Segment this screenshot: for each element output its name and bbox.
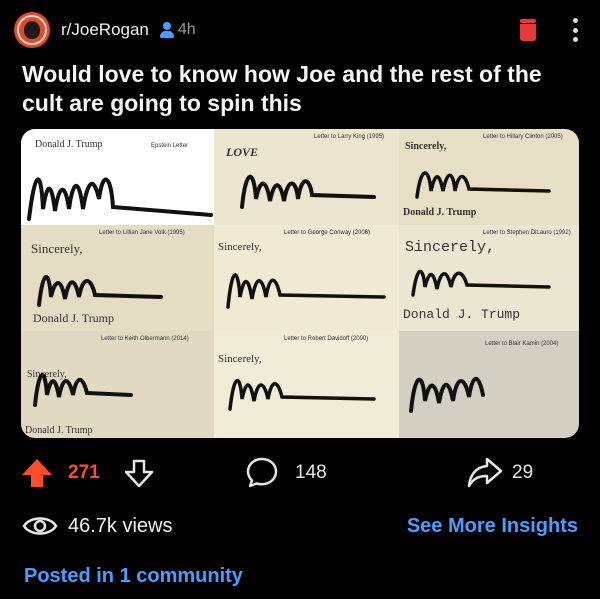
signature-panel: Letter to Keith Olbermann (2014) Sincere… [21, 331, 214, 438]
post-header: r/JoeRogan 4h [14, 12, 586, 48]
post-title[interactable]: Would love to know how Joe and the rest … [22, 60, 582, 118]
comment-icon[interactable] [245, 456, 279, 488]
signature-panel: Letter to Blair Kamin (2004) [399, 331, 579, 438]
views-row: 46.7k views See More Insights [22, 510, 578, 544]
signature-panel: Letter to George Conway (2006) Sincerely… [214, 225, 399, 331]
signature-panel: Letter to Lillian Jane Volk (1995) Since… [21, 225, 214, 331]
avatar-logo-icon [24, 21, 40, 39]
signature-panel: Donald J. Trump Epstein Letter [21, 129, 214, 225]
signature-scribble [33, 373, 133, 407]
upvote-icon[interactable] [20, 457, 54, 489]
signature-scribble [226, 273, 386, 309]
delete-icon[interactable] [518, 19, 538, 41]
share-count: 29 [512, 462, 534, 483]
see-more-insights-link[interactable]: See More Insights [407, 515, 578, 538]
vote-count: 271 [68, 462, 100, 483]
panel-name-text: Donald J. Trump [403, 207, 477, 218]
panel-name-text: Donald J. Trump [33, 311, 115, 325]
share-icon[interactable] [467, 456, 503, 488]
view-count: 46.7k views [68, 515, 173, 537]
more-options-icon[interactable] [572, 18, 578, 42]
views-eye-icon [22, 514, 58, 538]
post-image[interactable]: Donald J. Trump Epstein Letter Letter to… [21, 129, 579, 438]
signature-panel: Letter to Larry King (1995) LOVE [214, 129, 399, 225]
signature-panel: Sincerely, Letter to Hillary Clinton (20… [399, 129, 579, 225]
panel-name-text: Donald J. Trump [25, 425, 93, 436]
subreddit-name[interactable]: r/JoeRogan [61, 20, 149, 40]
action-bar: 271 148 29 [20, 455, 580, 491]
subreddit-avatar[interactable] [14, 12, 50, 48]
signature-scribble [27, 177, 213, 221]
downvote-icon[interactable] [124, 458, 154, 488]
signature-scribble [409, 376, 485, 413]
user-icon [159, 22, 175, 38]
post-age: 4h [177, 21, 196, 38]
panel-name-text: Donald J. Trump [403, 307, 521, 322]
posted-in-community-link[interactable]: Posted in 1 community [24, 565, 243, 588]
signature-scribble [228, 378, 376, 411]
signature-scribble [240, 174, 376, 209]
signature-panel: Letter to Robert Davidoff (2000) Sincere… [214, 331, 399, 438]
signature-panel: Letter to Stephen DiLauro (1992) Sincere… [399, 225, 579, 331]
comment-count: 148 [295, 462, 327, 483]
